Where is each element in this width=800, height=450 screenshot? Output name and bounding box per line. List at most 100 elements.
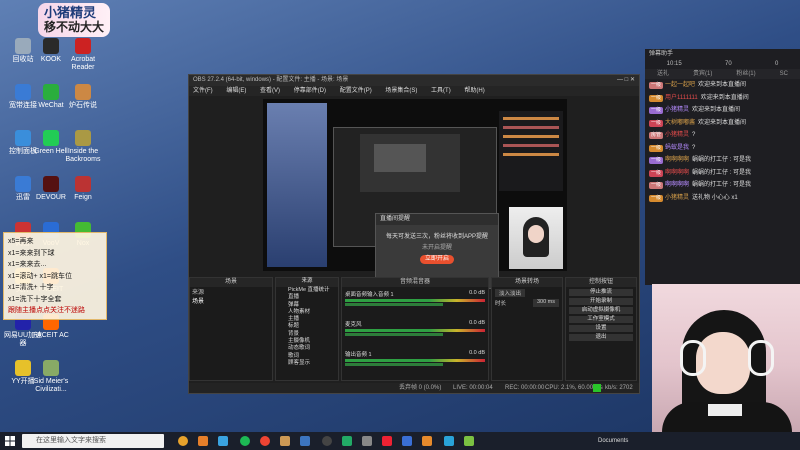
menu-tools[interactable]: 工具(T) bbox=[431, 88, 451, 94]
desktop-icon-label: 炉石传说 bbox=[69, 102, 97, 109]
app-icon bbox=[43, 84, 59, 100]
settings-button[interactable]: 设置 bbox=[569, 325, 633, 332]
menu-profile[interactable]: 配置文件(P) bbox=[340, 88, 372, 94]
user-nick[interactable]: 啊啊啊啊 bbox=[665, 182, 689, 188]
app-icon bbox=[15, 176, 31, 192]
desktop-icon[interactable]: Acrobat Reader bbox=[62, 38, 104, 72]
app-icon bbox=[43, 360, 59, 376]
source-item[interactable]: PickMe 直播统计 bbox=[276, 287, 338, 294]
app-icon[interactable] bbox=[342, 436, 352, 446]
start-recording-button[interactable]: 开始录制 bbox=[569, 298, 633, 305]
live-time: LIVE: 00:00:04 bbox=[453, 385, 493, 391]
level-badge: 一级 bbox=[649, 82, 664, 89]
volume-slider[interactable] bbox=[345, 333, 443, 336]
user-nick[interactable]: 一起一起吧 bbox=[665, 82, 695, 88]
source-item[interactable]: 背景 bbox=[276, 331, 338, 338]
stat-time: 10:15 bbox=[666, 61, 682, 67]
menu-help[interactable]: 帮助(H) bbox=[464, 88, 484, 94]
app-icon bbox=[75, 176, 91, 192]
virtual-camera-button[interactable]: 启动虚拟摄像机 bbox=[569, 307, 633, 314]
app-icon[interactable] bbox=[280, 436, 290, 446]
app-icon[interactable] bbox=[464, 436, 474, 446]
menu-docks[interactable]: 停靠部件(D) bbox=[294, 88, 326, 94]
exit-button[interactable]: 退出 bbox=[569, 334, 633, 341]
danmaku-message: 一级 蚂蚁是我? bbox=[645, 142, 800, 155]
source-item[interactable]: 标题 bbox=[276, 323, 338, 330]
app-icon[interactable] bbox=[402, 436, 412, 446]
tab-fans[interactable]: 粉丝(1) bbox=[736, 69, 755, 79]
rec-time: REC: 00:00:00 bbox=[505, 385, 545, 391]
volume-slider[interactable] bbox=[345, 363, 443, 366]
user-nick[interactable]: 大树嘟嘟酱 bbox=[665, 120, 695, 126]
preview-webcam-slice bbox=[509, 207, 563, 269]
source-item[interactable]: 主播 bbox=[276, 316, 338, 323]
stop-streaming-button[interactable]: 停止推流 bbox=[569, 289, 633, 296]
overlay-line: x1=来来去... bbox=[8, 261, 47, 268]
source-item[interactable]: 动态歌词 bbox=[276, 345, 338, 352]
studio-mode-button[interactable]: 工作室模式 bbox=[569, 316, 633, 323]
source-item[interactable]: 直播 bbox=[276, 294, 338, 301]
user-nick[interactable]: 蚂蚁是我 bbox=[665, 145, 689, 151]
webcam-feed bbox=[652, 284, 800, 432]
user-nick[interactable]: 啊啊啊啊 bbox=[665, 170, 689, 176]
user-nick[interactable]: 小猪精灵 bbox=[665, 107, 689, 113]
desktop-icon-label: Sid Meier's Civilizati... bbox=[33, 378, 69, 393]
danmaku-title: 弹幕助手 bbox=[649, 51, 674, 57]
danmaku-stats: 10:15 70 0 bbox=[645, 59, 800, 69]
app-icon[interactable] bbox=[198, 436, 208, 446]
volume-meter bbox=[345, 359, 485, 362]
transition-select[interactable]: 淡入淡出 bbox=[495, 289, 526, 297]
user-nick[interactable]: 小猪精灵 bbox=[665, 132, 689, 138]
app-icon bbox=[43, 176, 59, 192]
tab-vip[interactable]: 贵宾(1) bbox=[693, 69, 712, 79]
desktop-icon[interactable]: Feign bbox=[62, 176, 104, 202]
app-icon[interactable] bbox=[218, 436, 228, 446]
level-badge: 一级 bbox=[649, 144, 664, 152]
source-item[interactable]: 人物素材 bbox=[276, 309, 338, 316]
overlay-line: x1=滚动+ x1=跳车位 bbox=[8, 272, 72, 280]
app-icon bbox=[75, 84, 91, 100]
source-item[interactable]: 顾客显示 bbox=[276, 360, 338, 367]
desktop-icon[interactable]: 炉石传说 bbox=[62, 84, 104, 110]
spotify-icon[interactable] bbox=[240, 436, 250, 446]
desktop-icon[interactable]: Sid Meier's Civilizati... bbox=[30, 360, 72, 394]
source-item[interactable]: 歌词 bbox=[276, 353, 338, 360]
enable-reminder-button[interactable]: 立即开启 bbox=[420, 255, 454, 264]
menu-edit[interactable]: 编辑(E) bbox=[226, 88, 246, 94]
tray-documents[interactable]: Documents bbox=[598, 432, 628, 450]
windows-start-icon[interactable] bbox=[5, 436, 15, 446]
app-icon[interactable] bbox=[362, 436, 372, 446]
desktop-icon[interactable]: Inside the Backrooms bbox=[62, 130, 104, 164]
level-badge: 一级 bbox=[649, 194, 664, 202]
taskbar-search-input[interactable]: 在这里输入文字来搜索 bbox=[22, 434, 164, 448]
menu-file[interactable]: 文件(F) bbox=[193, 88, 213, 94]
app-icon[interactable] bbox=[300, 436, 310, 446]
tab-sc[interactable]: SC bbox=[780, 69, 788, 79]
message-text: 送礼物 小心心 x1 bbox=[692, 194, 738, 201]
app-icon[interactable] bbox=[260, 436, 270, 446]
obs-icon[interactable] bbox=[322, 436, 332, 446]
message-text: 欢迎来到本直播间 bbox=[700, 94, 749, 101]
obs-title: OBS 27.2.4 (64-bit, windows) - 配置文件: 主播 … bbox=[193, 77, 349, 83]
scene-item[interactable]: 场景 bbox=[190, 296, 272, 305]
transitions-dock-title: 场景转场 bbox=[492, 278, 562, 287]
window-controls[interactable]: — □ ✕ bbox=[617, 75, 635, 86]
tab-gifts[interactable]: 送礼 bbox=[657, 69, 669, 79]
obs-menubar: 文件(F) 编辑(E) 查看(V) 停靠部件(D) 配置文件(P) 场景集合(S… bbox=[189, 86, 639, 96]
user-nick[interactable]: 啊啊啊啊 bbox=[665, 157, 689, 163]
app-icon bbox=[15, 84, 31, 100]
app-icon[interactable] bbox=[422, 436, 432, 446]
menu-scene-collection[interactable]: 场景集合(S) bbox=[385, 88, 417, 94]
user-nick[interactable]: 小猪精灵 bbox=[665, 195, 689, 201]
overlay-line: x1=来来到下球 bbox=[8, 249, 55, 257]
app-icon[interactable] bbox=[382, 436, 392, 446]
chrome-icon[interactable] bbox=[178, 436, 188, 446]
source-item[interactable]: 弹幕 bbox=[276, 302, 338, 309]
user-nick[interactable]: 用户1111111 bbox=[665, 95, 698, 101]
dialog-sub: 未开启提醒 bbox=[421, 245, 452, 251]
volume-slider[interactable] bbox=[345, 303, 443, 306]
menu-view[interactable]: 查看(V) bbox=[260, 88, 280, 94]
scenes-dock-title: 场景 bbox=[190, 278, 272, 287]
duration-input[interactable]: 300 ms bbox=[532, 299, 559, 307]
app-icon[interactable] bbox=[444, 436, 454, 446]
